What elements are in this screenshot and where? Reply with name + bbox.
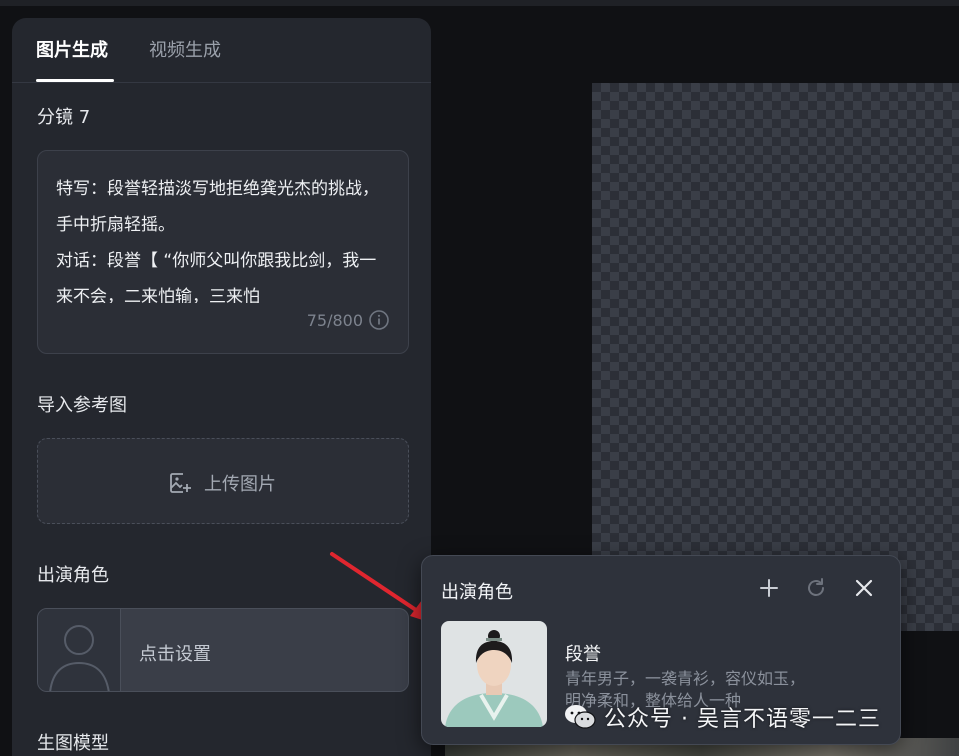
wechat-icon: [565, 705, 596, 729]
plus-icon[interactable]: [757, 576, 781, 600]
prompt-text[interactable]: 特写：段誉轻描淡写地拒绝龚光杰的挑战，手中折扇轻摇。 对话：段誉【 “你师父叫你…: [56, 171, 392, 303]
character-portrait: [441, 621, 547, 727]
avatar-placeholder-icon: [49, 625, 110, 691]
cast-title: 出演角色: [37, 565, 109, 586]
watermark-text: 公众号 · 吴言不语零一二三: [604, 707, 881, 732]
storyboard-title: 分镜 7: [37, 107, 91, 128]
upload-label: 上传图片: [204, 474, 276, 495]
image-canvas: [592, 83, 959, 631]
model-title: 生图模型: [37, 733, 109, 754]
tab-image-generation[interactable]: 图片生成: [36, 39, 108, 63]
upload-image-icon: [170, 473, 191, 493]
char-count: 75/800: [306, 311, 363, 330]
refresh-icon[interactable]: [804, 576, 828, 600]
top-strip: [0, 0, 959, 6]
settings-panel: 图片生成 视频生成 分镜 7 特写：段誉轻描淡写地拒绝龚光杰的挑战，手中折扇轻摇…: [12, 18, 431, 756]
tab-video-generation[interactable]: 视频生成: [149, 39, 221, 63]
character-name: 段誉: [565, 644, 601, 665]
upload-image-button[interactable]: 上传图片: [37, 438, 409, 524]
watermark: 公众号 · 吴言不语零一二三: [564, 702, 881, 732]
popup-title: 出演角色: [441, 582, 513, 603]
tab-bar: 图片生成 视频生成: [12, 18, 431, 83]
active-tab-indicator: [36, 79, 114, 82]
avatar: [38, 609, 121, 691]
character-card[interactable]: [441, 621, 547, 727]
prompt-textarea[interactable]: 特写：段誉轻描淡写地拒绝龚光杰的挑战，手中折扇轻摇。 对话：段誉【 “你师父叫你…: [37, 150, 409, 354]
cast-set-label: 点击设置: [139, 644, 211, 665]
reference-title: 导入参考图: [37, 395, 127, 416]
close-icon[interactable]: [852, 576, 876, 600]
info-icon[interactable]: [368, 309, 390, 331]
